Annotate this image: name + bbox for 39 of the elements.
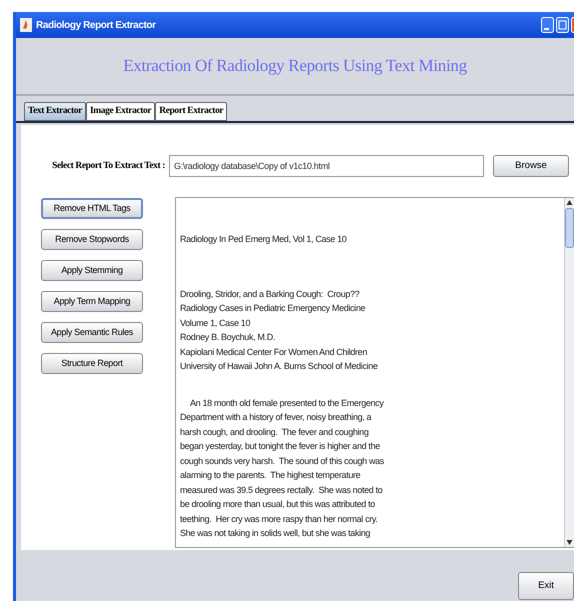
report-text-line: Drooling, Stridor, and a Barking Cough: Croup?? [180,288,360,301]
browse-button[interactable]: Browse [493,155,569,177]
report-text-line: University of Hawaii John A. Burns School of Medicine [180,360,378,373]
report-text-line: be drooling more than usual, but this was attributed to [180,498,375,511]
scrollbar[interactable] [564,198,574,547]
file-path-field[interactable]: G:\radiology database\Copy of v1c10.html [169,155,484,177]
app-heading: Extraction Of Radiology Reports Using Text Mining [123,55,467,78]
report-text-line: Kapiolani Medical Center For Women And Children [180,346,367,359]
maximize-icon[interactable] [556,17,569,33]
app-icon [20,18,32,32]
scroll-down-icon[interactable] [566,537,573,547]
report-text-line: alarming to the parents. The highest temperature [180,469,360,482]
report-text-line: harsh cough, and drooling. The fever and coughing [180,426,368,439]
report-text-line: began yesterday, but tonight the fever is higher and the [180,440,380,453]
action-button[interactable]: Structure Report [41,353,143,374]
minimize-icon[interactable] [541,17,554,33]
action-button[interactable]: Remove HTML Tags [41,198,143,219]
action-button[interactable]: Apply Stemming [41,260,143,281]
report-text-line: measured was 39.5 degrees rectally. She was noted to [180,484,382,497]
report-text-line: She was not taking in solids well, but she was taking [180,527,370,540]
report-text-line: Volume 1, Case 10 [180,316,250,330]
scroll-thumb[interactable] [565,208,574,248]
report-text-line: Radiology Cases in Pediatric Emergency Medicine [180,302,366,315]
tab[interactable]: Image Extractor [86,102,156,121]
scroll-up-icon[interactable] [566,198,573,208]
report-text-line: An 18 month old female presented to the Emergency [189,396,384,410]
exit-button[interactable]: Exit [518,572,574,600]
tab[interactable]: Report Extractor [155,102,228,121]
window-title: Radiology Report Extractor [36,18,156,32]
report-text-line: Department with a history of fever, noisy breathing, a [180,411,372,424]
action-button[interactable]: Apply Term Mapping [41,291,143,312]
report-text-line: teething. Her cry was more raspy than her normal cry. [180,512,378,526]
field-label: Select Report To Extract Text : [51,160,166,173]
report-text-line: Radiology In Ped Emerg Med, Vol 1, Case 10 [180,233,346,246]
action-button[interactable]: Remove Stopwords [41,229,143,250]
action-button[interactable]: Apply Semantic Rules [41,322,143,343]
report-text-line: Rodney B. Boychuk, M.D. [180,331,275,344]
tab[interactable]: Text Extractor [24,102,86,121]
report-text-line: cough sounds very harsh. The sound of this cough was [180,454,384,468]
